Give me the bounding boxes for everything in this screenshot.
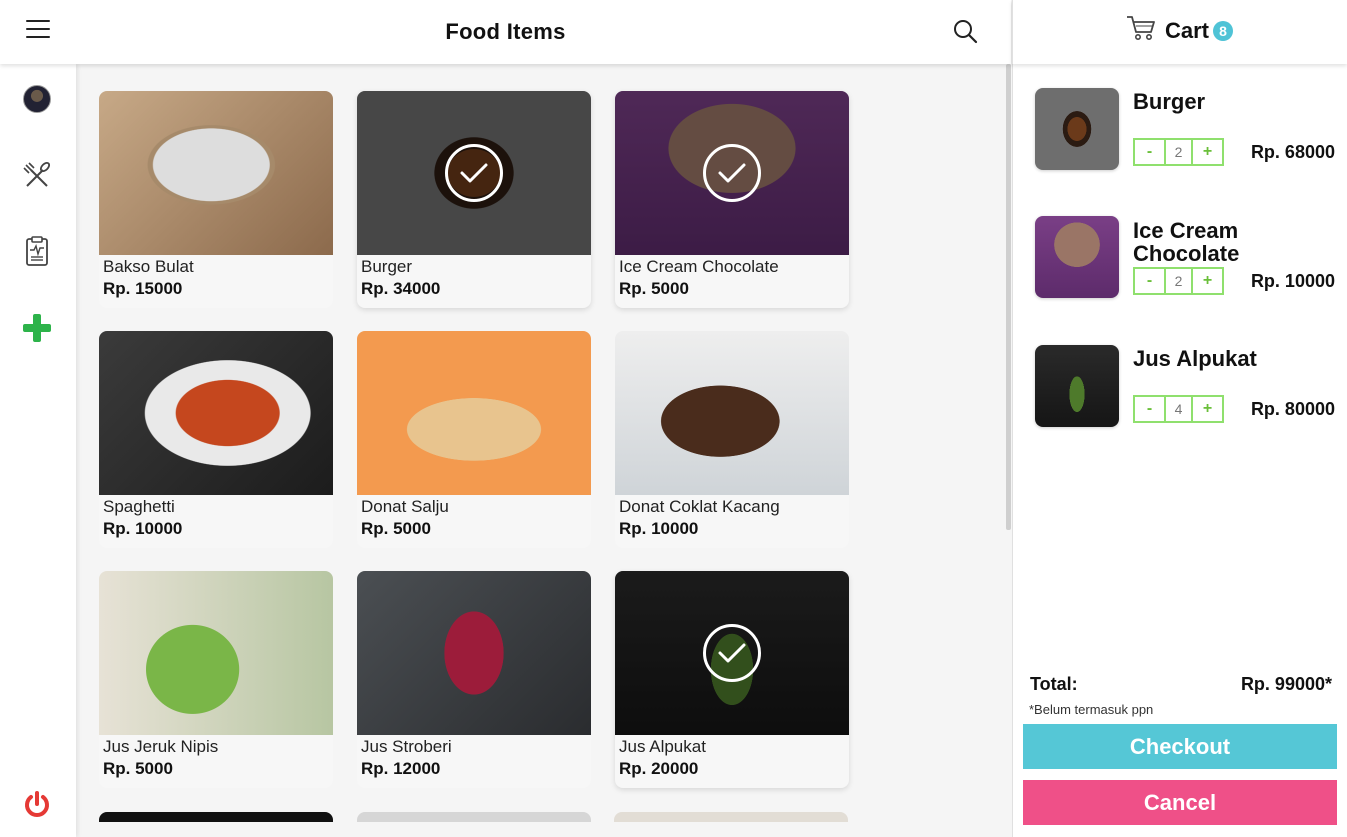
food-image <box>99 331 333 495</box>
cart-item-image <box>1035 216 1119 298</box>
food-image <box>99 91 333 255</box>
food-card[interactable]: Donat Salju Rp. 5000 <box>357 331 591 548</box>
sidebar-item-reports[interactable] <box>18 232 56 270</box>
report-icon <box>26 236 48 266</box>
cart-item: Ice Cream Chocolate - 2 + Rp. 10000 <box>1035 216 1335 300</box>
food-name: Burger <box>361 257 413 276</box>
total-label: Total: <box>1030 674 1078 694</box>
food-name: Bakso Bulat <box>103 257 194 276</box>
cart-panel: Burger - 2 + Rp. 68000 Ice Cream Chocola… <box>1012 64 1347 837</box>
power-icon <box>25 791 49 817</box>
cart-item-name: Burger <box>1133 89 1206 114</box>
food-name: Ice Cream Chocolate <box>619 257 779 276</box>
food-price: Rp. 10000 <box>103 519 183 538</box>
increase-button[interactable]: + <box>1193 269 1222 293</box>
food-name: Donat Salju <box>361 497 449 516</box>
sidebar-item-profile[interactable] <box>18 80 56 118</box>
cart-item-image <box>1035 88 1119 170</box>
cart-item: Burger - 2 + Rp. 68000 <box>1035 88 1335 172</box>
decrease-button[interactable]: - <box>1135 140 1164 164</box>
food-grid: Bakso Bulat Rp. 15000 Burger Rp. 34000 Ice C… <box>99 91 849 788</box>
food-card[interactable]: Donat Coklat Kacang Rp. 10000 <box>615 331 849 548</box>
cart-item-price: Rp. 80000 <box>1250 399 1335 419</box>
check-icon <box>703 624 761 682</box>
checkout-button[interactable]: Checkout <box>1023 724 1337 769</box>
scrollbar[interactable] <box>1006 64 1011 530</box>
cancel-button[interactable]: Cancel <box>1023 780 1337 825</box>
food-price: Rp. 34000 <box>361 279 441 298</box>
increase-button[interactable]: + <box>1193 140 1222 164</box>
decrease-button[interactable]: - <box>1135 397 1164 421</box>
avatar <box>23 85 51 113</box>
food-image <box>357 91 591 255</box>
utensils-icon <box>23 161 51 187</box>
food-card[interactable]: Ice Cream Chocolate Rp. 5000 <box>615 91 849 308</box>
food-card[interactable]: Bakso Bulat Rp. 15000 <box>99 91 333 308</box>
page-title: Food Items <box>445 19 566 44</box>
cart-item-price: Rp. 68000 <box>1250 142 1335 162</box>
sidebar-item-logout[interactable] <box>18 786 56 824</box>
quantity-stepper: - 2 + <box>1133 267 1224 295</box>
cart-item: Jus Alpukat - 4 + Rp. 80000 <box>1035 345 1335 429</box>
selected-overlay <box>357 91 591 255</box>
cart-count-badge: 8 <box>1213 20 1234 41</box>
food-name: Jus Alpukat <box>619 737 706 756</box>
increase-button[interactable]: + <box>1193 397 1222 421</box>
food-price: Rp. 20000 <box>619 759 699 778</box>
check-icon <box>445 144 503 202</box>
food-name: Donat Coklat Kacang <box>619 497 780 516</box>
food-name: Spaghetti <box>103 497 175 516</box>
cart-header: Cart 8 <box>1012 0 1347 64</box>
food-image <box>615 331 849 495</box>
cart-icon <box>1125 14 1157 47</box>
food-grid-area: Bakso Bulat Rp. 15000 Burger Rp. 34000 Ice C… <box>76 64 1010 837</box>
food-price: Rp. 15000 <box>103 279 183 298</box>
selected-overlay <box>615 91 849 255</box>
food-name: Jus Jeruk Nipis <box>103 737 219 756</box>
decrease-button[interactable]: - <box>1135 269 1164 293</box>
cart-item-image <box>1035 345 1119 427</box>
search-icon[interactable] <box>951 17 979 45</box>
selected-overlay <box>615 571 849 735</box>
food-price: Rp. 12000 <box>361 759 441 778</box>
add-icon <box>23 314 51 342</box>
food-image <box>357 331 591 495</box>
sidebar <box>0 64 76 837</box>
cart-item-price: Rp. 10000 <box>1250 271 1335 291</box>
food-price: Rp. 5000 <box>619 279 689 298</box>
quantity-stepper: - 4 + <box>1133 395 1224 423</box>
food-price: Rp. 5000 <box>361 519 431 538</box>
food-card[interactable]: Jus Jeruk Nipis Rp. 5000 <box>99 571 333 788</box>
check-icon <box>703 144 761 202</box>
cart-item-name: Jus Alpukat <box>1133 346 1257 371</box>
quantity-value: 2 <box>1164 140 1193 164</box>
top-bar: Food Items <box>0 0 1011 64</box>
food-price: Rp. 5000 <box>103 759 173 778</box>
food-name: Jus Stroberi <box>361 737 452 756</box>
food-price: Rp. 10000 <box>619 519 699 538</box>
food-card[interactable]: Jus Stroberi Rp. 12000 <box>357 571 591 788</box>
food-card[interactable]: Burger Rp. 34000 <box>357 91 591 308</box>
food-image <box>99 571 333 735</box>
sidebar-item-add[interactable] <box>18 309 56 347</box>
food-card-partial[interactable] <box>614 812 848 822</box>
food-card-partial[interactable] <box>357 812 591 822</box>
food-card[interactable]: Spaghetti Rp. 10000 <box>99 331 333 548</box>
total-value: Rp. 99000* <box>1240 674 1332 694</box>
cart-title: Cart <box>1165 17 1210 43</box>
tax-note: *Belum termasuk ppn <box>1029 702 1154 717</box>
food-image <box>615 571 849 735</box>
sidebar-item-food[interactable] <box>18 157 56 195</box>
food-card-partial[interactable] <box>99 812 333 822</box>
quantity-stepper: - 2 + <box>1133 138 1224 166</box>
food-card[interactable]: Jus Alpukat Rp. 20000 <box>615 571 849 788</box>
food-image <box>615 91 849 255</box>
food-image <box>357 571 591 735</box>
cart-item-name: Ice Cream Chocolate <box>1133 218 1240 266</box>
quantity-value: 4 <box>1164 397 1193 421</box>
quantity-value: 2 <box>1164 269 1193 293</box>
